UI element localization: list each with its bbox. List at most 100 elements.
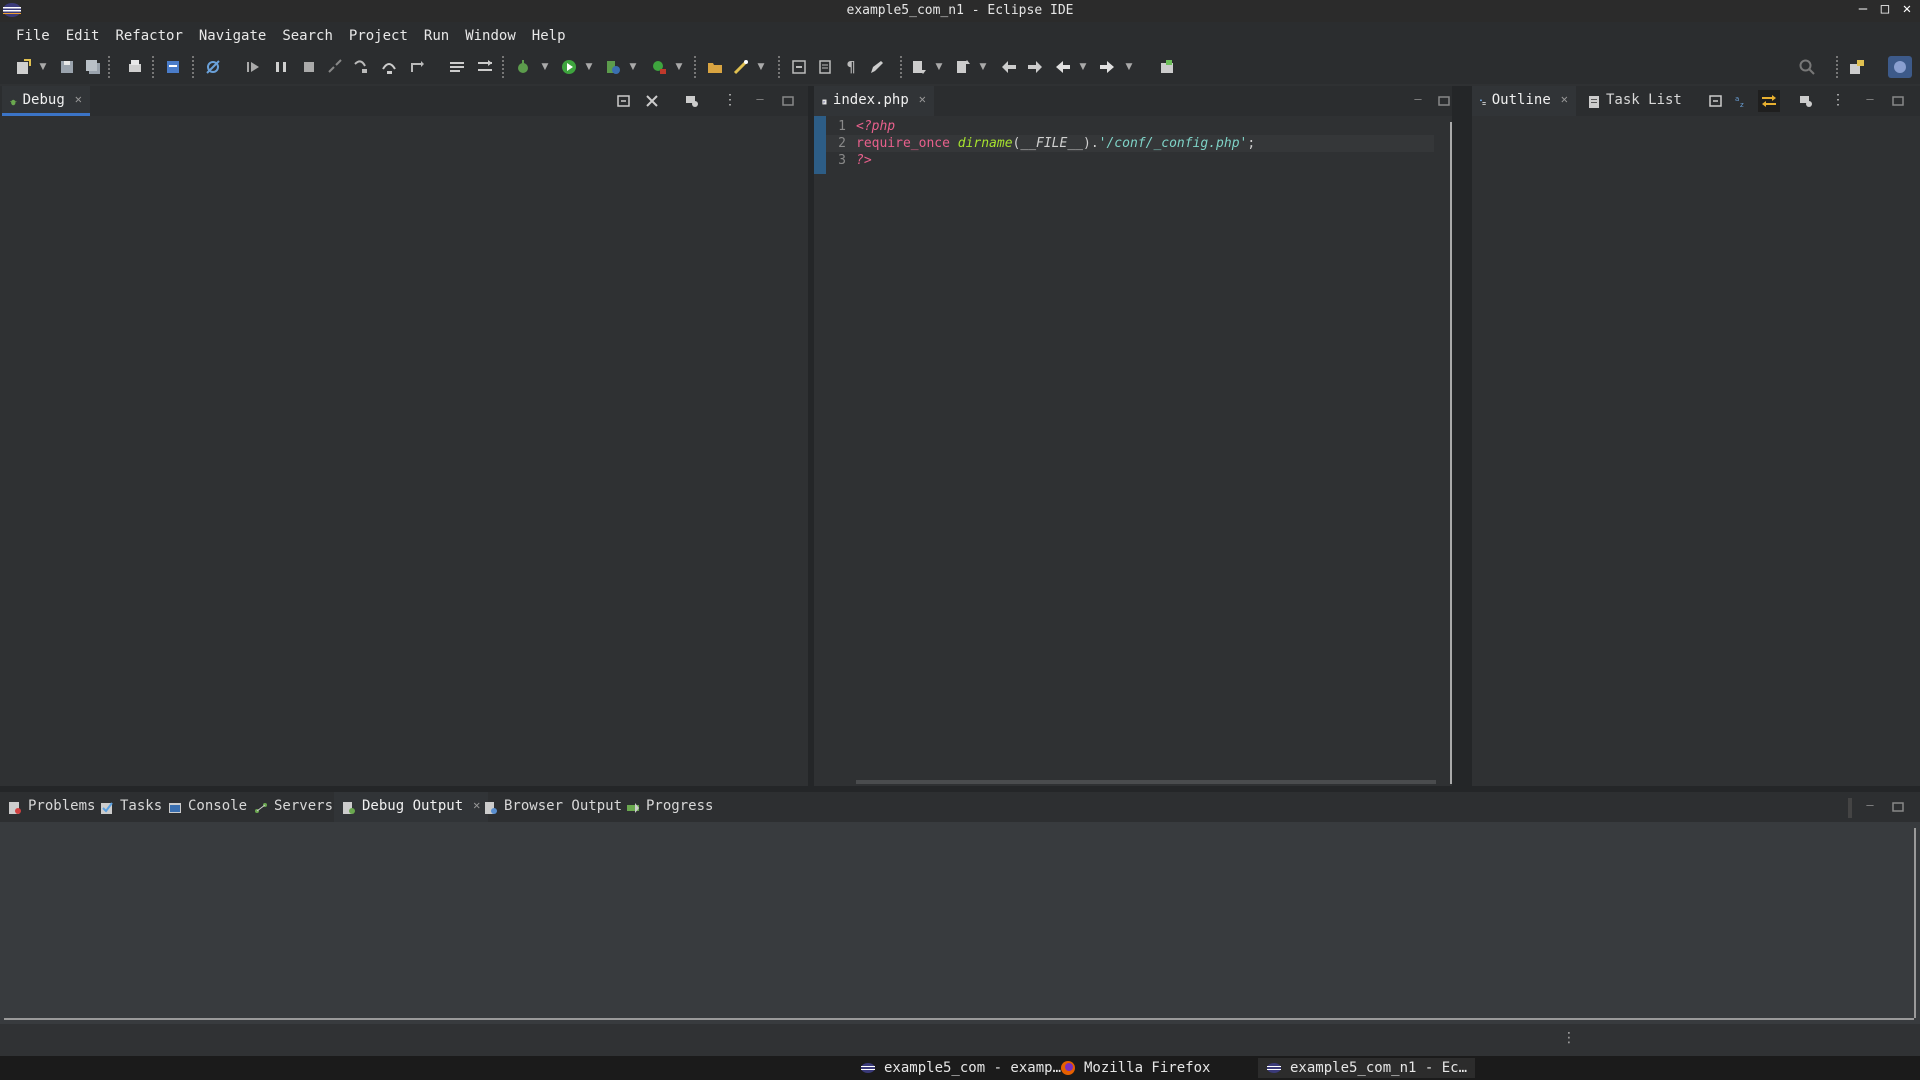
forward-icon[interactable] bbox=[1098, 58, 1116, 76]
sort-icon[interactable]: az bbox=[1734, 93, 1750, 109]
back-dropdown-icon[interactable]: ▼ bbox=[1078, 58, 1088, 76]
taskbar-item-firefox[interactable]: Mozilla Firefox bbox=[1060, 1058, 1210, 1078]
open-task-icon[interactable] bbox=[164, 58, 182, 76]
menu-help[interactable]: Help bbox=[524, 28, 574, 44]
run-dropdown-icon[interactable]: ▼ bbox=[584, 58, 594, 76]
search-wand-icon[interactable] bbox=[732, 58, 750, 76]
bottom-horizontal-scrollbar[interactable] bbox=[4, 1018, 1914, 1020]
menu-edit[interactable]: Edit bbox=[58, 28, 108, 44]
horizontal-scrollbar[interactable] bbox=[856, 780, 1436, 784]
open-folder-icon[interactable] bbox=[706, 58, 724, 76]
taskbar-item-eclipse-2[interactable]: example5_com_n1 - Ec… bbox=[1258, 1058, 1476, 1078]
maximize-view-icon[interactable] bbox=[780, 93, 796, 109]
external-tools-dropdown-icon[interactable]: ▼ bbox=[674, 58, 684, 76]
maximize-view-icon[interactable] bbox=[1890, 93, 1906, 109]
step-return-icon[interactable] bbox=[408, 58, 426, 76]
next-annotation-dropdown-icon[interactable]: ▼ bbox=[934, 58, 944, 76]
php-perspective-icon[interactable] bbox=[1888, 56, 1912, 78]
code-line-current[interactable]: 2 require_once dirname(__FILE__).'/conf/_… bbox=[826, 135, 1434, 152]
last-edit-forward-icon[interactable] bbox=[1026, 58, 1044, 76]
code-editor[interactable]: 1 <?php 2 require_once dirname(__FILE__).'… bbox=[826, 118, 1434, 169]
menu-navigate[interactable]: Navigate bbox=[191, 28, 274, 44]
toggle-mark-occurrences-icon[interactable] bbox=[790, 58, 808, 76]
edit-pencil-icon[interactable] bbox=[868, 58, 886, 76]
view-menu-icon[interactable]: ⋮ bbox=[722, 93, 738, 109]
show-whitespace-icon[interactable]: ¶ bbox=[842, 58, 860, 76]
focus-icon[interactable] bbox=[1798, 93, 1814, 109]
new-dropdown-icon[interactable]: ▼ bbox=[38, 58, 48, 76]
menu-project[interactable]: Project bbox=[341, 28, 416, 44]
menu-refactor[interactable]: Refactor bbox=[107, 28, 190, 44]
close-tab-icon[interactable]: ✕ bbox=[919, 92, 926, 106]
search-dropdown-icon[interactable]: ▼ bbox=[756, 58, 766, 76]
back-icon[interactable] bbox=[1054, 58, 1072, 76]
minimize-view-icon[interactable]: — bbox=[1862, 799, 1878, 815]
save-all-icon[interactable] bbox=[84, 58, 102, 76]
open-perspective-icon[interactable] bbox=[1848, 58, 1866, 76]
menu-search[interactable]: Search bbox=[274, 28, 341, 44]
print-icon[interactable] bbox=[126, 58, 144, 76]
tab-console[interactable]: Console bbox=[160, 792, 255, 822]
tab-problems[interactable]: Problems bbox=[0, 792, 103, 822]
previous-annotation-icon[interactable] bbox=[954, 58, 972, 76]
collapse-all-icon[interactable] bbox=[1708, 93, 1724, 109]
block-selection-icon[interactable] bbox=[816, 58, 834, 76]
terminate-icon[interactable] bbox=[300, 58, 318, 76]
close-tab-icon[interactable]: ✕ bbox=[75, 92, 82, 106]
forward-dropdown-icon[interactable]: ▼ bbox=[1124, 58, 1134, 76]
bottom-vertical-scrollbar[interactable] bbox=[1914, 828, 1916, 1018]
tab-tasks[interactable]: Tasks bbox=[92, 792, 170, 822]
coverage-dropdown-icon[interactable]: ▼ bbox=[628, 58, 638, 76]
coverage-icon[interactable] bbox=[604, 58, 622, 76]
next-annotation-icon[interactable] bbox=[910, 58, 928, 76]
suspend-icon[interactable] bbox=[272, 58, 290, 76]
last-edit-location-icon[interactable] bbox=[1000, 58, 1018, 76]
tab-progress[interactable]: Progress bbox=[618, 792, 721, 822]
resume-icon[interactable] bbox=[244, 58, 262, 76]
step-over-icon[interactable] bbox=[380, 58, 398, 76]
minimize-view-icon[interactable]: — bbox=[1862, 93, 1878, 109]
maximize-button[interactable]: □ bbox=[1874, 1, 1896, 21]
tab-browser-output[interactable]: Browser Output bbox=[476, 792, 630, 822]
vertical-splitter[interactable] bbox=[1452, 86, 1472, 786]
menu-window[interactable]: Window bbox=[457, 28, 524, 44]
step-into-icon[interactable] bbox=[352, 58, 370, 76]
disconnect-icon[interactable] bbox=[326, 58, 344, 76]
code-line[interactable]: 1 <?php bbox=[826, 118, 1434, 135]
tab-index-php[interactable]: P index.php ✕ bbox=[814, 86, 934, 116]
skip-breakpoints-icon[interactable] bbox=[204, 58, 222, 76]
external-tools-icon[interactable] bbox=[650, 58, 668, 76]
run-icon[interactable] bbox=[560, 58, 578, 76]
tab-servers[interactable]: Servers bbox=[246, 792, 341, 822]
minimize-button[interactable]: – bbox=[1852, 1, 1874, 21]
collapse-all-icon[interactable] bbox=[616, 93, 632, 109]
close-tab-icon[interactable]: ✕ bbox=[1561, 92, 1568, 106]
minimize-view-icon[interactable]: — bbox=[752, 93, 768, 109]
code-line[interactable]: 3 ?> bbox=[826, 152, 1434, 169]
link-with-editor-icon[interactable] bbox=[1758, 90, 1780, 112]
maximize-editor-icon[interactable] bbox=[1436, 93, 1452, 109]
debug-dropdown-icon[interactable]: ▼ bbox=[540, 58, 550, 76]
status-bar-menu-icon[interactable]: ⋮ bbox=[1562, 1030, 1576, 1046]
previous-annotation-dropdown-icon[interactable]: ▼ bbox=[978, 58, 988, 76]
search-icon[interactable] bbox=[1798, 58, 1816, 76]
close-button[interactable]: ✕ bbox=[1896, 1, 1918, 21]
maximize-view-icon[interactable] bbox=[1890, 799, 1906, 815]
remove-terminated-icon[interactable] bbox=[644, 93, 660, 109]
pin-editor-icon[interactable] bbox=[1158, 58, 1176, 76]
minimize-editor-icon[interactable]: — bbox=[1410, 93, 1426, 109]
taskbar-item-eclipse-1[interactable]: example5_com - examp… bbox=[860, 1058, 1061, 1078]
use-step-filters-icon[interactable] bbox=[476, 58, 494, 76]
tab-debug-output[interactable]: Debug Output ✕ bbox=[334, 792, 489, 822]
save-icon[interactable] bbox=[58, 58, 76, 76]
tab-debug[interactable]: Debug ✕ bbox=[2, 86, 90, 116]
menu-run[interactable]: Run bbox=[416, 28, 457, 44]
debug-icon[interactable] bbox=[514, 58, 532, 76]
view-menu-icon[interactable]: ⋮ bbox=[1830, 93, 1846, 109]
tab-task-list[interactable]: Task List bbox=[1580, 86, 1690, 116]
new-icon[interactable] bbox=[14, 58, 32, 76]
console-icon[interactable] bbox=[448, 58, 466, 76]
focus-icon[interactable] bbox=[684, 93, 700, 109]
tab-outline[interactable]: Outline ✕ bbox=[1472, 86, 1576, 116]
menu-file[interactable]: File bbox=[8, 28, 58, 44]
